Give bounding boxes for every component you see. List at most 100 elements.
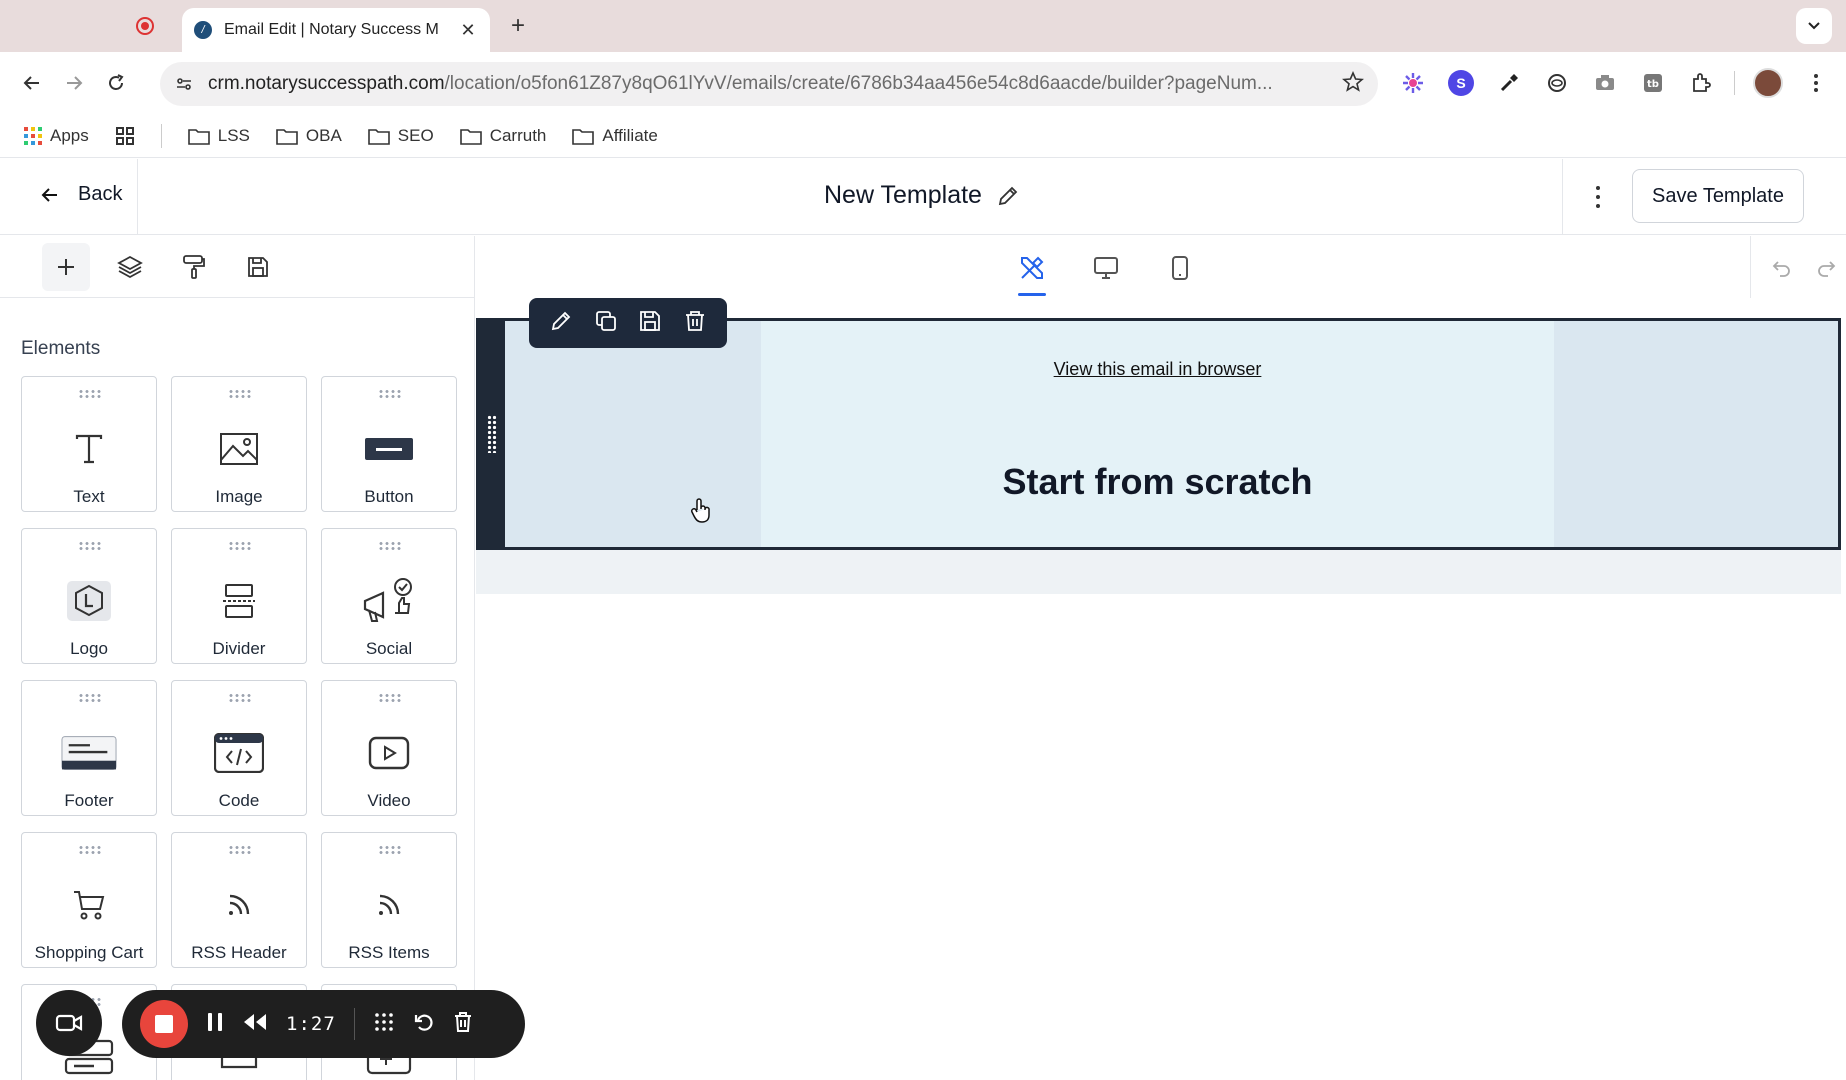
- element-card-logo[interactable]: Logo: [21, 528, 157, 664]
- tab-styles[interactable]: [170, 243, 218, 291]
- new-tab-icon[interactable]: +: [504, 12, 532, 40]
- tab-add-elements[interactable]: [42, 242, 90, 291]
- button-icon: [361, 425, 417, 473]
- elements-panel: Elements Text Image Button Logo Divider …: [0, 236, 475, 1080]
- bookmark-folder-carruth[interactable]: Carruth: [459, 126, 546, 146]
- template-title[interactable]: New Template: [824, 181, 1020, 210]
- delete-trash-icon[interactable]: [683, 309, 707, 338]
- element-card-social[interactable]: Social: [321, 528, 457, 664]
- mobile-preview-button[interactable]: [1160, 248, 1200, 288]
- element-card-button[interactable]: Button: [321, 376, 457, 512]
- bookmarks-bar: Apps LSS OBA SEO Carruth Affiliate: [0, 114, 1846, 158]
- url-omnibox[interactable]: crm.notarysuccesspath.com/location/o5fon…: [160, 62, 1378, 106]
- tab-layers[interactable]: [106, 243, 154, 291]
- bookmark-folder-lss[interactable]: LSS: [187, 126, 250, 146]
- extension-color-icon[interactable]: [1398, 68, 1428, 98]
- tab-groups-icon[interactable]: [115, 126, 135, 146]
- image-icon: [211, 425, 267, 473]
- email-section-selected[interactable]: View this email in browser Start from sc…: [476, 318, 1841, 550]
- apps-grid-icon: [24, 126, 42, 145]
- save-section-icon[interactable]: [638, 309, 662, 338]
- back-button[interactable]: Back: [40, 183, 122, 206]
- reload-icon[interactable]: [98, 65, 134, 101]
- camera-icon[interactable]: [1590, 68, 1620, 98]
- element-card-divider[interactable]: Divider: [171, 528, 307, 664]
- section-drag-handle[interactable]: [479, 321, 505, 547]
- section-column-right[interactable]: [1554, 321, 1838, 547]
- extension-s-icon[interactable]: S: [1446, 68, 1476, 98]
- bookmark-folder-affiliate[interactable]: Affiliate: [572, 126, 658, 146]
- email-headline[interactable]: Start from scratch: [761, 461, 1554, 503]
- element-card-rss-items[interactable]: RSS Items: [321, 832, 457, 968]
- element-label: Social: [365, 639, 413, 658]
- bookmark-apps[interactable]: Apps: [24, 126, 89, 146]
- element-card-video[interactable]: Video: [321, 680, 457, 816]
- bookmark-label: OBA: [305, 125, 342, 145]
- url-text: crm.notarysuccesspath.com/location/o5fon…: [208, 73, 1342, 95]
- video-camera-icon: [55, 1014, 83, 1032]
- recorder-camera-button[interactable]: [36, 990, 102, 1056]
- save-disk-icon: [248, 256, 268, 277]
- folder-icon: [572, 128, 595, 145]
- drag-handle-icon: [228, 541, 252, 551]
- view-in-browser-link[interactable]: View this email in browser: [761, 359, 1554, 380]
- more-options-icon[interactable]: [1590, 183, 1606, 211]
- section-column-left[interactable]: [505, 321, 761, 547]
- element-card-image[interactable]: Image: [171, 376, 307, 512]
- duplicate-icon[interactable]: [594, 309, 618, 338]
- drag-handle-icon: [78, 541, 102, 551]
- extension-tb-icon[interactable]: tb: [1638, 68, 1668, 98]
- element-card-code[interactable]: Code: [171, 680, 307, 816]
- desktop-preview-button[interactable]: [1086, 248, 1126, 288]
- tab-close-icon[interactable]: ✕: [458, 20, 478, 41]
- pencil-edit-icon[interactable]: [996, 184, 1020, 208]
- element-card-rss-header[interactable]: RSS Header: [171, 832, 307, 968]
- element-card-shopping-cart[interactable]: Shopping Cart: [21, 832, 157, 968]
- save-template-button[interactable]: Save Template: [1632, 169, 1804, 223]
- drag-handle-icon: [228, 389, 252, 399]
- eyedropper-icon[interactable]: [1494, 68, 1524, 98]
- social-icon: [361, 577, 417, 625]
- extensions-puzzle-icon[interactable]: [1686, 68, 1716, 98]
- element-card-footer[interactable]: Footer: [21, 680, 157, 816]
- section-column-center[interactable]: View this email in browser Start from sc…: [761, 321, 1554, 547]
- stop-recording-button[interactable]: [140, 1000, 188, 1048]
- tab-saved[interactable]: [234, 243, 282, 291]
- folder-icon: [276, 128, 298, 145]
- browser-tab-recording[interactable]: [10, 6, 170, 46]
- discard-trash-icon[interactable]: [453, 1011, 473, 1038]
- bookmark-label: Apps: [50, 125, 89, 145]
- svg-text:tb: tb: [1647, 79, 1659, 90]
- rewind-icon[interactable]: [242, 1012, 268, 1037]
- pause-icon[interactable]: [206, 1012, 224, 1037]
- bookmarks-divider: [160, 123, 162, 148]
- site-settings-icon[interactable]: [170, 70, 198, 98]
- elements-grid: Text Image Button Logo Divider Social Fo…: [21, 376, 457, 1080]
- restart-icon[interactable]: [413, 1011, 435, 1038]
- forward-arrow-icon[interactable]: [56, 65, 92, 101]
- bookmark-folder-seo[interactable]: SEO: [367, 126, 434, 146]
- back-arrow-icon[interactable]: [14, 65, 50, 101]
- toolbar-divider: [1750, 236, 1751, 298]
- browser-menu-icon[interactable]: [1801, 68, 1831, 98]
- tools-icon: [1021, 256, 1044, 279]
- grid-dots-icon[interactable]: [373, 1011, 395, 1038]
- code-icon: [211, 729, 267, 777]
- edit-pencil-icon[interactable]: [549, 309, 573, 338]
- redo-icon[interactable]: [1812, 254, 1840, 282]
- undo-icon[interactable]: [1768, 254, 1796, 282]
- element-label: Logo: [70, 639, 108, 658]
- header-divider: [137, 159, 138, 235]
- profile-avatar[interactable]: [1753, 68, 1783, 98]
- paint-roller-icon: [183, 254, 205, 279]
- element-label: Shopping Cart: [34, 943, 144, 962]
- bookmark-star-icon[interactable]: [1342, 70, 1364, 98]
- builder-mode-button[interactable]: [1012, 248, 1052, 296]
- tab-search-chevron-icon[interactable]: [1796, 8, 1832, 44]
- drag-handle-icon: [378, 693, 402, 703]
- browser-tab-active[interactable]: / Email Edit | Notary Success M ✕: [182, 8, 490, 52]
- element-label: Footer: [64, 791, 114, 810]
- bookmark-folder-oba[interactable]: OBA: [276, 126, 342, 146]
- element-card-text[interactable]: Text: [21, 376, 157, 512]
- extension-eye-icon[interactable]: [1542, 68, 1572, 98]
